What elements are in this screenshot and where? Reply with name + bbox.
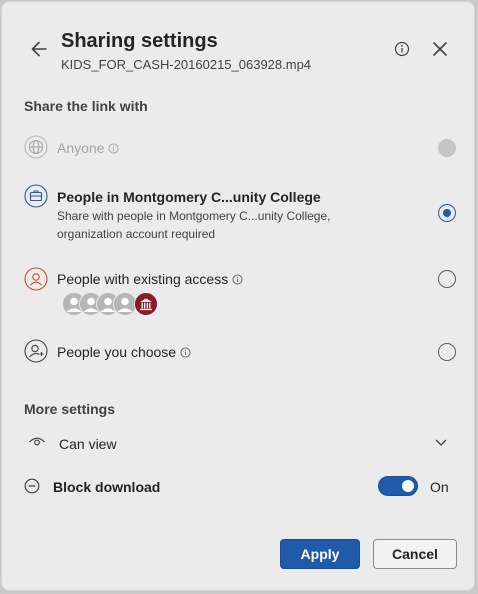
radio-existing-access[interactable] xyxy=(438,270,456,288)
person-add-icon xyxy=(24,339,48,363)
block-download-toggle[interactable] xyxy=(378,476,418,496)
toggle-state-text: On xyxy=(430,479,449,495)
share-section-heading: Share the link with xyxy=(24,98,148,114)
block-icon xyxy=(24,478,40,494)
close-icon[interactable] xyxy=(430,39,450,59)
sharing-settings-dialog: Sharing settings KIDS_FOR_CASH-20160215_… xyxy=(1,1,475,591)
info-icon[interactable] xyxy=(180,346,191,358)
dialog-title: Sharing settings xyxy=(61,30,218,52)
share-option-description: Share with people in Montgomery C...unit… xyxy=(57,209,331,241)
share-option-label: Anyone xyxy=(57,140,105,156)
share-option-label: People with existing access xyxy=(57,271,229,287)
permission-label: Can view xyxy=(59,436,117,452)
share-option-label: People you choose xyxy=(57,344,177,360)
info-icon[interactable] xyxy=(108,142,120,154)
briefcase-icon xyxy=(24,184,48,208)
toggle-knob xyxy=(402,480,414,492)
info-icon[interactable] xyxy=(393,40,411,58)
file-name: KIDS_FOR_CASH-20160215_063928.mp4 xyxy=(61,57,312,72)
apply-button[interactable]: Apply xyxy=(280,539,360,569)
share-option-label: People in Montgomery C...unity College xyxy=(57,189,321,205)
info-icon[interactable] xyxy=(232,273,243,285)
block-download-label: Block download xyxy=(53,479,161,495)
radio-people-you-choose[interactable] xyxy=(438,343,456,361)
cancel-button[interactable]: Cancel xyxy=(373,539,457,569)
arrow-left-icon[interactable] xyxy=(28,38,50,60)
eye-icon xyxy=(29,437,45,446)
more-settings-heading: More settings xyxy=(24,401,116,417)
institution-avatar xyxy=(134,292,158,316)
globe-icon xyxy=(24,135,48,159)
person-icon xyxy=(24,267,48,291)
avatar-stack xyxy=(62,292,172,318)
chevron-down-icon[interactable] xyxy=(434,437,448,447)
radio-anyone[interactable] xyxy=(438,139,456,157)
radio-organization[interactable] xyxy=(438,204,456,222)
